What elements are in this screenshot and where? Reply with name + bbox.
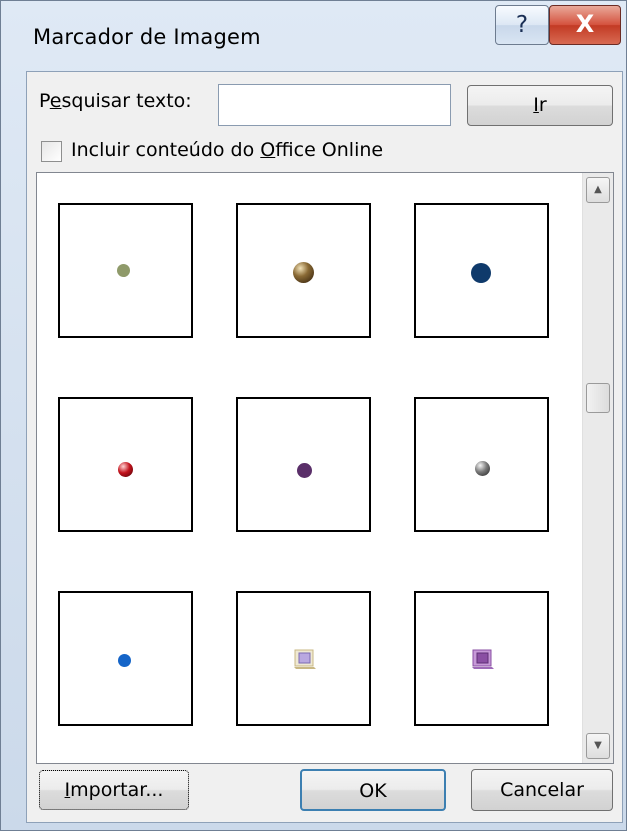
- bullet-cell[interactable]: [58, 397, 193, 532]
- close-button[interactable]: X: [549, 5, 621, 45]
- cancel-button[interactable]: Cancelar: [471, 769, 613, 811]
- square-frame-bullet-gold-icon: [294, 649, 316, 669]
- search-label: Pesquisar texto:: [39, 90, 192, 112]
- gray-sphere-bullet-icon: [475, 461, 490, 476]
- ok-button[interactable]: OK: [300, 769, 446, 811]
- bullet-cell[interactable]: [236, 397, 371, 532]
- help-icon: ?: [515, 12, 529, 38]
- help-button[interactable]: ?: [495, 5, 549, 45]
- gallery-scrollbar[interactable]: ▲ ▼: [582, 173, 613, 763]
- office-online-label: Incluir conteúdo do Office Online: [71, 139, 384, 161]
- bullet-cell[interactable]: [58, 203, 193, 338]
- navy-dot-bullet-icon: [471, 263, 491, 283]
- olive-dot-bullet-icon: [117, 264, 130, 277]
- bullet-cell[interactable]: [414, 591, 549, 726]
- bullet-cell[interactable]: [236, 203, 371, 338]
- import-button[interactable]: Importar...: [39, 770, 189, 810]
- bullet-cell[interactable]: [236, 591, 371, 726]
- dialog-window: Marcador de Imagem ? X Pesquisar texto: …: [0, 0, 627, 831]
- bullet-cell[interactable]: [414, 203, 549, 338]
- search-input[interactable]: [218, 84, 451, 126]
- scroll-down-arrow-icon[interactable]: ▼: [586, 733, 610, 759]
- title-bar: Marcador de Imagem ? X: [1, 1, 626, 71]
- blue-dot-bullet-icon: [118, 654, 131, 667]
- dialog-body: Pesquisar texto: Ir Incluir conteúdo do …: [26, 71, 623, 823]
- bullet-cell[interactable]: [58, 591, 193, 726]
- office-online-checkbox[interactable]: [41, 141, 62, 162]
- scroll-up-arrow-icon[interactable]: ▲: [586, 177, 610, 203]
- bullet-cell[interactable]: [414, 397, 549, 532]
- square-frame-bullet-purple-icon: [472, 649, 494, 669]
- go-button[interactable]: Ir: [467, 85, 613, 126]
- bronze-sphere-bullet-icon: [293, 262, 314, 283]
- purple-dot-bullet-icon: [297, 463, 312, 478]
- dialog-title: Marcador de Imagem: [33, 25, 261, 49]
- close-icon: X: [575, 10, 595, 38]
- bullet-gallery: ▲ ▼: [36, 172, 614, 764]
- scroll-thumb[interactable]: [586, 383, 610, 413]
- red-sphere-bullet-icon: [118, 462, 133, 477]
